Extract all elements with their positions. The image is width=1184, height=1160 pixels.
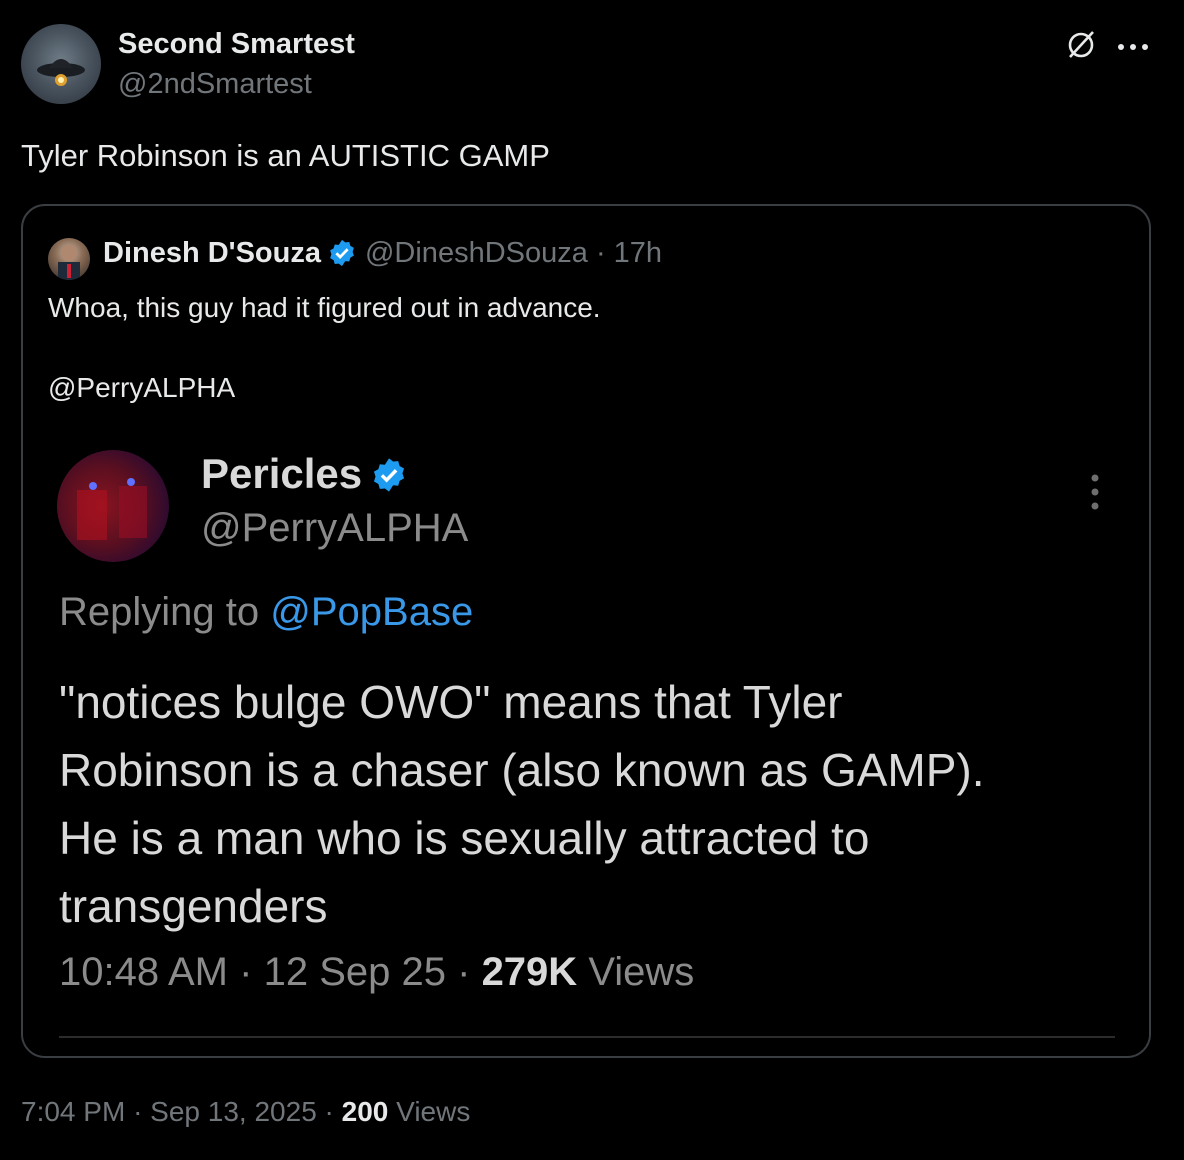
body-line: "notices bulge OWO" means that Tyler — [59, 676, 843, 728]
embedded-author-avatar — [57, 450, 169, 562]
quoted-post-card[interactable]: Dinesh D'Souza @DineshDSouza · 17h Whoa, … — [21, 204, 1151, 1058]
quoted-post-age: 17h — [613, 237, 663, 269]
separator: · — [457, 950, 471, 994]
author-avatar[interactable] — [21, 24, 101, 104]
verified-badge-icon — [370, 456, 408, 494]
divider — [59, 1036, 1115, 1038]
quoted-post-mention: @PerryALPHA — [48, 372, 236, 403]
body-line: He is a man who is sexually attracted to — [59, 812, 870, 864]
separator: · — [133, 1096, 143, 1127]
body-line: transgenders — [59, 880, 328, 932]
post-date[interactable]: Sep 13, 2025 — [150, 1096, 317, 1127]
embedded-date: 12 Sep 25 — [263, 950, 446, 994]
embedded-time: 10:48 AM — [59, 950, 229, 994]
separator: · — [239, 950, 253, 994]
verified-badge-icon — [327, 238, 357, 268]
embedded-author-name: Pericles — [201, 450, 408, 498]
embedded-views-label: Views — [588, 950, 695, 994]
embedded-replying-to: Replying to @PopBase — [59, 590, 473, 635]
replying-label: Replying to — [59, 590, 260, 634]
embedded-author-name-text: Pericles — [201, 450, 363, 497]
more-horizontal-icon[interactable] — [1116, 28, 1150, 58]
quoted-author-avatar — [48, 238, 90, 280]
quoted-post-text: Whoa, this guy had it figured out in adv… — [48, 292, 601, 323]
views-label: Views — [396, 1096, 471, 1127]
body-line: Robinson is a chaser (also known as GAMP… — [59, 744, 985, 796]
quoted-author-name: Dinesh D'Souza — [103, 237, 321, 269]
more-vertical-icon — [1089, 472, 1101, 512]
separator: · — [324, 1096, 334, 1127]
embedded-author-handle: @PerryALPHA — [201, 506, 469, 550]
author-name[interactable]: Second Smartest — [118, 28, 355, 61]
author-handle[interactable]: @2ndSmartest — [118, 68, 312, 101]
quoted-author-handle: @DineshDSouza — [364, 237, 588, 269]
replying-mention: @PopBase — [270, 590, 474, 634]
post-text: Tyler Robinson is an AUTISTIC GAMP — [21, 138, 550, 173]
grok-icon[interactable] — [1064, 28, 1098, 62]
embedded-screenshot-image[interactable]: Pericles @PerryALPHA Replying to @PopBas… — [23, 428, 1149, 1056]
embedded-tweet-body: "notices bulge OWO" means that Tyler Rob… — [59, 668, 1139, 940]
post-time[interactable]: 7:04 PM — [21, 1096, 125, 1127]
embedded-views-count: 279K — [481, 950, 578, 994]
separator: · — [595, 237, 606, 269]
quoted-post-header: Dinesh D'Souza @DineshDSouza · 17h — [103, 237, 662, 270]
views-count: 200 — [341, 1096, 389, 1127]
embedded-tweet-meta: 10:48 AM · 12 Sep 25 · 279K Views — [59, 950, 694, 995]
post-meta: 7:04 PM · Sep 13, 2025 · 200 Views — [21, 1096, 470, 1128]
